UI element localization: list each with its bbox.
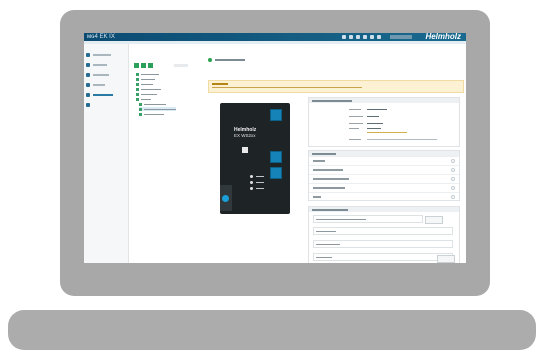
action-button[interactable] (437, 255, 455, 263)
add-button[interactable] (148, 63, 153, 68)
device-slot (242, 147, 248, 153)
header-tool-icon[interactable] (342, 35, 346, 39)
nav-icon (86, 103, 90, 107)
add-button[interactable] (141, 63, 146, 68)
app-logo: ᴍɢ4 EK IX (87, 34, 115, 40)
sidebar-item[interactable] (86, 102, 90, 108)
ethernet-port (270, 167, 282, 179)
tree-node[interactable] (139, 112, 164, 116)
config-row[interactable] (309, 156, 459, 165)
nav-icon (86, 53, 90, 57)
nav-icon (86, 83, 90, 87)
header-tool-icon[interactable] (377, 35, 381, 39)
text-field[interactable] (313, 227, 453, 235)
device-info-panel (308, 97, 460, 147)
config-row[interactable] (309, 174, 459, 183)
device-image: Helmholz EX WS2xx (220, 103, 290, 214)
header-toolbar (342, 35, 381, 39)
status-dot (208, 58, 212, 62)
ethernet-port (270, 109, 282, 121)
nav-icon (86, 63, 90, 67)
laptop-base (8, 310, 536, 350)
tree-node[interactable] (136, 82, 153, 86)
config-row[interactable] (309, 183, 459, 192)
tree-node[interactable] (136, 92, 157, 96)
tree-node[interactable] (136, 72, 159, 76)
header-tool-icon[interactable] (370, 35, 374, 39)
tree-node[interactable] (136, 77, 155, 81)
nav-icon (86, 93, 90, 97)
add-button[interactable] (134, 63, 139, 68)
tree-toolbar (134, 63, 153, 68)
header-tool-icon[interactable] (349, 35, 353, 39)
led (250, 187, 253, 190)
sidebar-item[interactable] (86, 52, 111, 58)
device-knob (222, 195, 229, 202)
nav-icon (86, 73, 90, 77)
sidebar-item[interactable] (86, 62, 107, 68)
action-button[interactable] (425, 216, 443, 224)
sidebar (84, 44, 129, 263)
tree-node[interactable] (139, 102, 166, 106)
header-tool-icon[interactable] (363, 35, 367, 39)
led (250, 175, 253, 178)
sidebar-item[interactable] (86, 82, 105, 88)
header-tool-icon[interactable] (356, 35, 360, 39)
device-model: EX WS2xx (234, 133, 256, 138)
text-field[interactable] (313, 253, 453, 261)
ethernet-port (270, 151, 282, 163)
tree-node[interactable] (136, 87, 161, 91)
led (250, 181, 253, 184)
form-panel (308, 206, 460, 263)
project-tree (130, 44, 194, 263)
tree-node-selected[interactable] (139, 107, 176, 111)
sidebar-item[interactable] (86, 72, 109, 78)
laptop-screen: ᴍɢ4 EK IX Helmholz Helmholz EX WS2xx (84, 33, 466, 263)
warning-banner (208, 80, 464, 93)
device-status (208, 58, 245, 62)
sidebar-item-active[interactable] (86, 92, 113, 98)
main-content: Helmholz EX WS2xx (196, 44, 466, 263)
config-row[interactable] (309, 192, 459, 201)
tree-filter[interactable] (174, 64, 188, 67)
app-header: ᴍɢ4 EK IX Helmholz (84, 33, 466, 41)
configuration-panel (308, 150, 460, 201)
config-row[interactable] (309, 165, 459, 174)
tree-node[interactable] (136, 97, 151, 101)
text-field[interactable] (313, 215, 423, 223)
user-menu[interactable] (390, 35, 412, 39)
text-field[interactable] (313, 240, 453, 248)
